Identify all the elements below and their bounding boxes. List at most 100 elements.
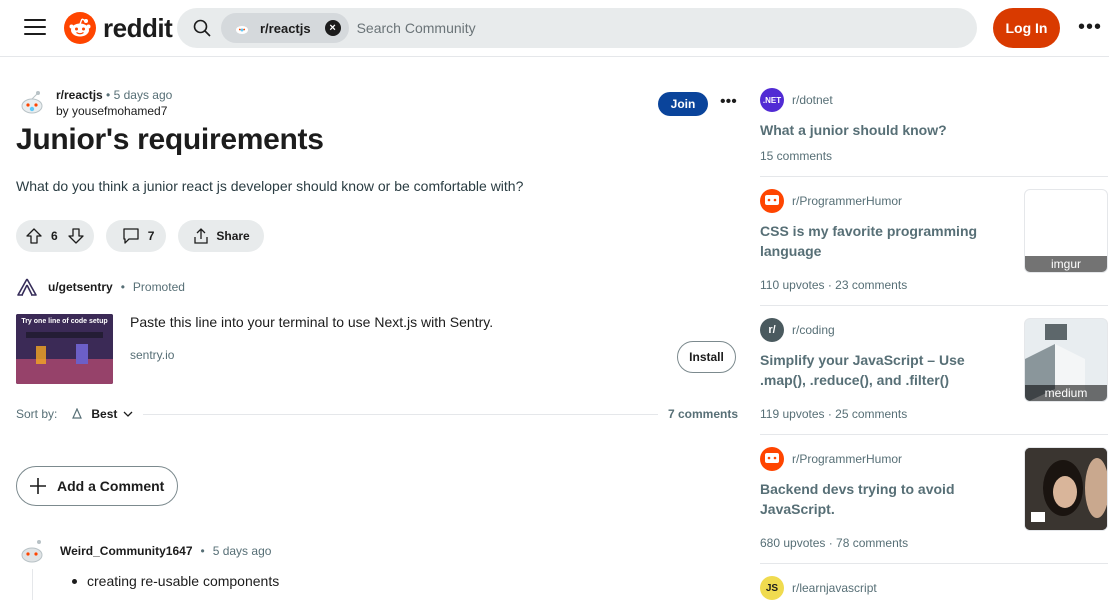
related-post-card[interactable]: JS r/learnjavascript [760, 576, 1108, 600]
login-button[interactable]: Log In [993, 8, 1060, 48]
coding-icon: r/ [760, 318, 784, 342]
share-label: Share [216, 229, 250, 243]
subreddit-avatar-icon[interactable] [16, 87, 48, 119]
related-post-title[interactable]: CSS is my favorite programming language [760, 221, 990, 261]
vote-pill: 6 [16, 220, 94, 252]
comment-icon [123, 228, 139, 244]
comment-body: creating re-usable components [72, 573, 279, 589]
rocket-icon [72, 408, 83, 419]
downvote-icon[interactable] [68, 228, 84, 244]
post-actions: 6 7 Share [16, 220, 276, 252]
related-post-stats: 119 upvotes · 25 comments [760, 407, 908, 421]
upvote-icon[interactable] [26, 228, 42, 244]
plus-icon [30, 478, 46, 494]
search-chip-label: r/reactjs [260, 20, 311, 36]
promoted-thumb-text: Try one line of code setup [21, 318, 108, 325]
post-meta: r/reactjs • 5 days ago by yousefmohamed7 [16, 87, 172, 119]
dotnet-icon: .NET [760, 88, 784, 112]
related-post-subreddit[interactable]: r/ProgrammerHumor [760, 189, 902, 213]
related-post-subreddit[interactable]: r/ProgrammerHumor [760, 447, 902, 471]
sort-dropdown[interactable]: Best [71, 407, 133, 421]
top-navbar: reddit r/reactjs × Log In ••• [0, 0, 1109, 57]
sort-label: Sort by: [16, 407, 58, 421]
comment-author[interactable]: Weird_Community1647 [60, 544, 193, 558]
thumbnail-source: imgur [1025, 256, 1107, 272]
related-post-thumbnail[interactable] [1024, 447, 1108, 531]
divider [760, 434, 1108, 435]
comment-age: 5 days ago [212, 544, 272, 558]
javascript-icon: JS [760, 576, 784, 600]
post-author[interactable]: by yousefmohamed7 [56, 103, 172, 119]
related-post-card[interactable]: .NET r/dotnet What a junior should know?… [760, 88, 1108, 198]
comment-header: Weird_Community1647 • 5 days ago [16, 535, 271, 567]
comment-thread-line[interactable] [32, 569, 33, 600]
more-options-icon[interactable]: ••• [1078, 17, 1102, 37]
subreddit-name: r/coding [792, 323, 835, 337]
related-post-card[interactable]: r/ r/coding Simplify your JavaScript – U… [760, 318, 1108, 428]
related-post-thumbnail[interactable]: imgur [1024, 189, 1108, 273]
reddit-logo[interactable]: reddit [64, 12, 173, 44]
sentry-logo-icon [17, 278, 37, 296]
join-button[interactable]: Join [658, 92, 708, 116]
subreddit-search-chip[interactable]: r/reactjs × [221, 13, 349, 43]
related-post-card[interactable]: r/ProgrammerHumor CSS is my favorite pro… [760, 189, 1108, 299]
comment-avatar-icon[interactable] [16, 535, 48, 567]
search-icon [193, 19, 211, 37]
sort-value: Best [91, 407, 118, 421]
list-bullet [72, 578, 77, 584]
related-post-title[interactable]: Backend devs trying to avoid JavaScript. [760, 479, 990, 519]
subreddit-name: r/ProgrammerHumor [792, 194, 903, 208]
divider [760, 305, 1108, 306]
promoted-user[interactable]: u/getsentry [48, 280, 113, 294]
divider [760, 176, 1108, 177]
search-bar[interactable]: r/reactjs × [177, 8, 977, 48]
menu-icon[interactable] [24, 19, 46, 37]
comment-text: creating re-usable components [87, 573, 280, 589]
post-subreddit-link[interactable]: r/reactjs [56, 88, 103, 102]
chevron-down-icon [123, 411, 133, 417]
post-body: What do you think a junior react js deve… [16, 178, 524, 194]
post-column: r/reactjs • 5 days ago by yousefmohamed7… [16, 57, 738, 600]
promoted-thumbnail[interactable]: Try one line of code setup [16, 314, 113, 384]
thumbnail-source: medium [1025, 385, 1107, 401]
add-comment-label: Add a Comment [57, 478, 165, 494]
reactjs-avatar-icon [233, 19, 251, 37]
related-post-title[interactable]: What a junior should know? [760, 120, 947, 140]
divider [760, 563, 1108, 564]
close-icon[interactable]: × [324, 20, 341, 36]
promoted-header: u/getsentry • Promoted [16, 277, 185, 297]
promoted-headline[interactable]: Paste this line into your terminal to us… [130, 314, 493, 330]
sort-bar: Sort by: Best 7 comments [16, 405, 738, 423]
related-post-stats: 680 upvotes · 78 comments [760, 536, 909, 550]
post-age: • 5 days ago [106, 88, 173, 102]
related-post-stats: 15 comments [760, 149, 833, 163]
programmerhumor-icon [760, 447, 784, 471]
comment-dot: • [200, 544, 205, 558]
related-post-title[interactable]: Simplify your JavaScript – Use .map(), .… [760, 350, 1000, 390]
related-post-subreddit[interactable]: .NET r/dotnet [760, 88, 833, 112]
related-post-subreddit[interactable]: JS r/learnjavascript [760, 576, 877, 600]
related-posts-sidebar: .NET r/dotnet What a junior should know?… [760, 57, 1108, 600]
share-button[interactable]: Share [178, 220, 264, 252]
programmerhumor-icon [760, 189, 784, 213]
related-post-thumbnail[interactable]: medium [1024, 318, 1108, 402]
add-comment-button[interactable]: Add a Comment [16, 466, 178, 506]
promoted-dot: • [120, 280, 125, 294]
comment-count: 7 [147, 229, 155, 243]
sort-divider [143, 413, 658, 415]
upvote-count: 6 [51, 229, 58, 243]
promoted-tag: Promoted [132, 280, 185, 294]
share-icon [194, 228, 209, 244]
comments-button[interactable]: 7 [105, 220, 167, 252]
logo-text: reddit [103, 12, 173, 43]
promoted-domain[interactable]: sentry.io [130, 348, 174, 362]
search-input[interactable] [356, 20, 977, 36]
comments-count-label: 7 comments [667, 407, 738, 421]
subreddit-name: r/ProgrammerHumor [792, 452, 903, 466]
install-button[interactable]: Install [677, 341, 736, 373]
post-more-icon[interactable]: ••• [720, 94, 737, 110]
reddit-snoo-icon [64, 12, 96, 44]
related-post-subreddit[interactable]: r/ r/coding [760, 318, 835, 342]
related-post-card[interactable]: r/ProgrammerHumor Backend devs trying to… [760, 447, 1108, 557]
subreddit-name: r/dotnet [792, 93, 833, 107]
